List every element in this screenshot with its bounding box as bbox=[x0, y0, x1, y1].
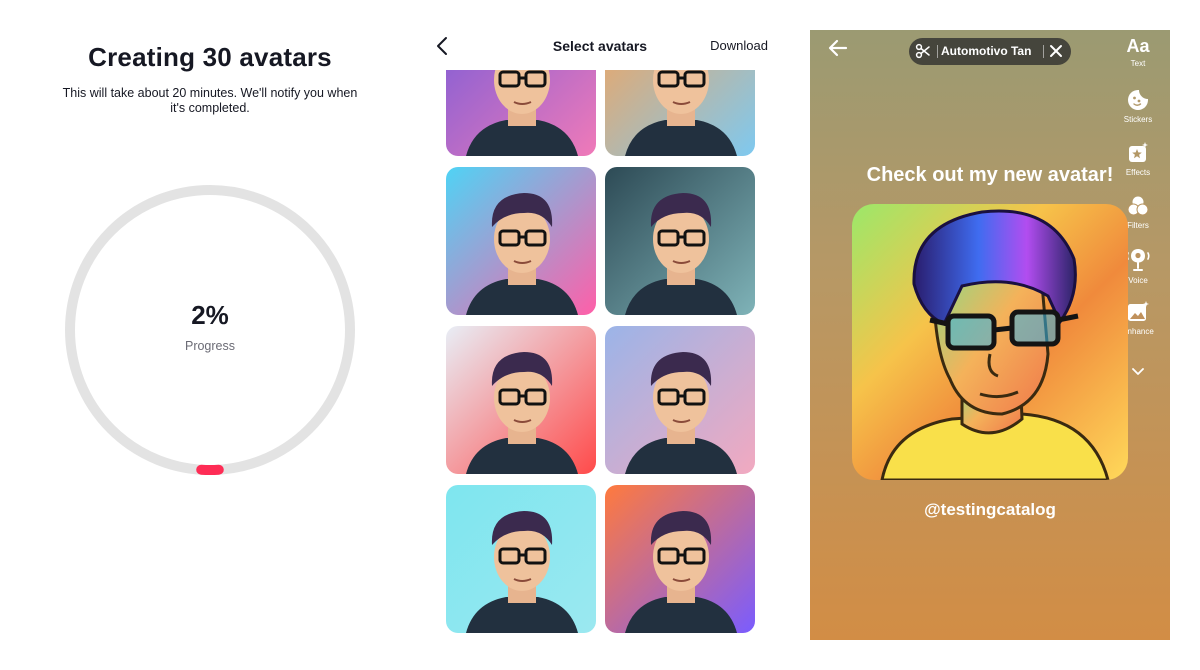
avatar-image bbox=[446, 70, 596, 156]
progress-subtitle: This will take about 20 minutes. We'll n… bbox=[62, 86, 358, 115]
avatar-image bbox=[446, 167, 596, 315]
progress-percent: 2% bbox=[191, 300, 229, 330]
story-caption[interactable]: Check out my new avatar! bbox=[810, 164, 1170, 187]
avatar-image bbox=[605, 326, 755, 474]
close-icon[interactable] bbox=[1049, 44, 1063, 58]
tool-label: Stickers bbox=[1123, 115, 1153, 124]
voice-icon bbox=[1126, 249, 1150, 271]
effects-icon bbox=[1129, 142, 1148, 162]
enhance-icon bbox=[1128, 301, 1149, 321]
avatar-image bbox=[605, 70, 755, 156]
arrow-left-icon[interactable] bbox=[826, 36, 850, 60]
filters-icon bbox=[1127, 196, 1149, 216]
avatar-image bbox=[446, 326, 596, 474]
avatar-tile[interactable] bbox=[446, 70, 596, 156]
user-handle: @testingcatalog bbox=[924, 500, 1056, 519]
text-aa-icon: Aa bbox=[1126, 36, 1150, 56]
sticker-icon bbox=[1128, 90, 1148, 110]
avatar-tile[interactable] bbox=[446, 167, 596, 315]
tool-stickers[interactable]: Stickers bbox=[1106, 88, 1170, 124]
sound-pill[interactable]: Automotivo Tan bbox=[909, 38, 1071, 65]
progress-readout: 2% Progress bbox=[62, 300, 358, 353]
avatar-progress-screen: Creating 30 avatars This will take about… bbox=[0, 0, 420, 670]
avatar-image bbox=[605, 485, 755, 633]
avatar-image bbox=[605, 167, 755, 315]
avatar-tile[interactable] bbox=[446, 485, 596, 633]
tool-label: Text bbox=[1130, 59, 1146, 68]
progress-label: Progress bbox=[184, 339, 236, 353]
avatar-image bbox=[446, 485, 596, 633]
avatar-tile[interactable] bbox=[605, 326, 755, 474]
avatar-image bbox=[852, 204, 1128, 480]
avatar-tile[interactable] bbox=[605, 485, 755, 633]
avatar-grid[interactable] bbox=[446, 70, 756, 636]
sound-name: Automotivo Tan bbox=[941, 44, 1032, 58]
avatar-tile[interactable] bbox=[446, 326, 596, 474]
avatar-sticker[interactable] bbox=[852, 204, 1128, 480]
avatar-tile[interactable] bbox=[605, 167, 755, 315]
download-button[interactable]: Download bbox=[710, 38, 768, 53]
scissors-icon[interactable] bbox=[915, 43, 931, 59]
sound-divider bbox=[1043, 45, 1044, 58]
select-header: Select avatars Download bbox=[420, 30, 790, 62]
select-avatars-screen: Select avatars Download bbox=[420, 0, 790, 670]
sound-divider bbox=[937, 45, 938, 58]
avatar-tile[interactable] bbox=[605, 70, 755, 156]
tool-text[interactable]: Aa Text bbox=[1106, 36, 1170, 68]
chevron-down-icon bbox=[1132, 368, 1144, 375]
page-title: Creating 30 avatars bbox=[88, 42, 332, 72]
story-editor-screen: Automotivo Tan Aa Text Stickers Effects … bbox=[810, 30, 1170, 640]
